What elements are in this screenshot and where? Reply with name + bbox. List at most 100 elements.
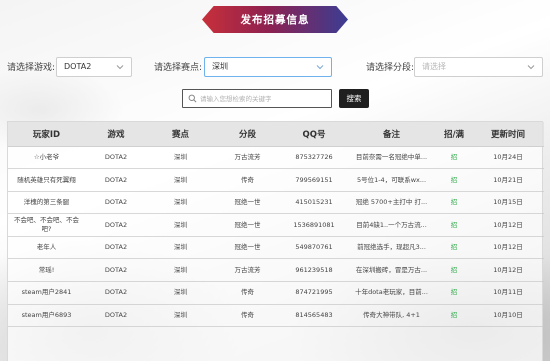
cell-tier: 传奇 (214, 281, 281, 305)
cell-status: 招 (436, 236, 472, 260)
cell-venue: 深圳 (147, 281, 214, 305)
cell-venue: 深圳 (147, 146, 214, 170)
cell-status: 招 (436, 213, 472, 237)
chevron-down-icon (526, 62, 536, 72)
game-select-value: DOTA2 (64, 62, 92, 71)
table-row[interactable]: 老年人 DOTA2 深圳 冠绝一世 549870761 前冠绝选手，现超凡3..… (8, 236, 544, 260)
cell-venue: 深圳 (147, 168, 214, 192)
cell-qq: 549870761 (281, 236, 347, 260)
cell-game: DOTA2 (85, 168, 147, 192)
cell-player-id: steam用户6893 (8, 304, 85, 328)
cell-status: 招 (436, 258, 472, 283)
recruitment-table: 玩家ID 游戏 赛点 分段 QQ号 备注 招/满 更新时间 ☆小老爷 DOTA2… (8, 122, 544, 328)
cell-status: 招 (436, 168, 472, 192)
header-qq: QQ号 (281, 122, 347, 147)
cell-status: 招 (436, 146, 472, 170)
cell-player-id: 常瑶! (8, 258, 85, 283)
cell-tier: 冠绝一世 (214, 213, 281, 237)
cell-qq: 799569151 (281, 168, 347, 192)
cell-venue: 深圳 (147, 213, 214, 237)
table-row[interactable]: 随机英雄只有死翼翔 DOTA2 深圳 传奇 799569151 5号位1-4，可… (8, 168, 544, 192)
table-row[interactable]: steam用户2841 DOTA2 深圳 传奇 874721995 十年dota… (8, 281, 544, 305)
cell-game: DOTA2 (85, 213, 147, 237)
venue-select[interactable]: 深圳 (204, 57, 332, 77)
cell-player-id: 不会吧、不会吧、不会吧? (8, 213, 85, 237)
cell-status: 招 (436, 304, 472, 328)
page-banner: 发布招募信息 (202, 6, 348, 33)
cell-player-id: 老年人 (8, 236, 85, 260)
cell-qq: 961239518 (281, 258, 347, 283)
cell-status: 招 (436, 281, 472, 305)
search-input[interactable] (200, 91, 328, 106)
cell-note: 5号位1-4，可联系wx... (347, 168, 436, 192)
header-venue: 赛点 (147, 122, 214, 147)
table-header-row: 玩家ID 游戏 赛点 分段 QQ号 备注 招/满 更新时间 (8, 122, 544, 147)
cell-game: DOTA2 (85, 146, 147, 170)
cell-updated: 10月10日 (472, 304, 544, 328)
header-updated: 更新时间 (472, 122, 544, 147)
cell-updated: 10月24日 (472, 146, 544, 170)
cell-updated: 10月21日 (472, 168, 544, 192)
chevron-down-icon (315, 62, 325, 72)
header-game: 游戏 (85, 122, 147, 147)
table-row[interactable]: 不会吧、不会吧、不会吧? DOTA2 深圳 冠绝一世 1536891081 目前… (8, 213, 544, 237)
table-row[interactable]: steam用户6893 DOTA2 深圳 传奇 814565483 传奇大神带队… (8, 304, 544, 328)
header-tier: 分段 (214, 122, 281, 147)
cell-status: 招 (436, 191, 472, 215)
cell-qq: 814565483 (281, 304, 347, 328)
chevron-down-icon (115, 62, 125, 72)
cell-game: DOTA2 (85, 236, 147, 260)
cell-qq: 1536891081 (281, 213, 347, 237)
table-row[interactable]: 洋槐的第三条腿 DOTA2 深圳 冠绝一世 415015231 冠绝 5700+… (8, 191, 544, 215)
recruitment-table-panel: 玩家ID 游戏 赛点 分段 QQ号 备注 招/满 更新时间 ☆小老爷 DOTA2… (7, 121, 544, 361)
tier-select-placeholder: 请选择 (422, 62, 446, 71)
cell-player-id: steam用户2841 (8, 281, 85, 305)
banner-title: 发布招募信息 (240, 14, 310, 26)
search-box (182, 89, 332, 108)
cell-qq: 874721995 (281, 281, 347, 305)
cell-updated: 10月12日 (472, 213, 544, 237)
cell-note: 目前奈需一名冠绝中单... (347, 146, 436, 170)
tier-select[interactable]: 请选择 (414, 57, 543, 77)
cell-note: 前冠绝选手，现超凡3... (347, 236, 436, 260)
cell-venue: 深圳 (147, 191, 214, 215)
search-button[interactable]: 搜索 (339, 89, 369, 108)
venue-filter-label: 请选择赛点: (154, 63, 203, 73)
cell-note: 冠绝 5700+主打中 打... (347, 191, 436, 215)
cell-venue: 深圳 (147, 258, 214, 283)
game-filter-label: 请选择游戏: (7, 63, 56, 73)
cell-note: 传奇大神带队, 4+1 (347, 304, 436, 328)
game-select[interactable]: DOTA2 (56, 57, 132, 77)
cell-tier: 万古流芳 (214, 258, 281, 283)
cell-player-id: 随机英雄只有死翼翔 (8, 168, 85, 192)
table-row[interactable]: 常瑶! DOTA2 深圳 万古流芳 961239518 在深圳搬砖，冒是万古..… (8, 258, 544, 283)
cell-tier: 传奇 (214, 168, 281, 192)
cell-game: DOTA2 (85, 281, 147, 305)
cell-qq: 875327726 (281, 146, 347, 170)
cell-game: DOTA2 (85, 304, 147, 328)
search-icon (188, 94, 197, 103)
cell-tier: 传奇 (214, 304, 281, 328)
cell-note: 十年dota老玩家，目前... (347, 281, 436, 305)
cell-note: 目前4缺1..一个万古流... (347, 213, 436, 237)
cell-updated: 10月11日 (472, 281, 544, 305)
header-player-id: 玩家ID (8, 122, 85, 147)
cell-venue: 深圳 (147, 304, 214, 328)
cell-game: DOTA2 (85, 258, 147, 283)
table-row[interactable]: ☆小老爷 DOTA2 深圳 万古流芳 875327726 目前奈需一名冠绝中单.… (8, 146, 544, 170)
cell-qq: 415015231 (281, 191, 347, 215)
cell-updated: 10月15日 (472, 191, 544, 215)
cell-tier: 冠绝一世 (214, 236, 281, 260)
venue-select-value: 深圳 (212, 62, 228, 71)
cell-player-id: 洋槐的第三条腿 (8, 191, 85, 215)
header-status: 招/满 (436, 122, 472, 147)
cell-updated: 10月12日 (472, 236, 544, 260)
tier-filter-label: 请选择分段: (366, 63, 415, 73)
filter-bar: 请选择游戏: DOTA2 请选择赛点: 深圳 请选择分段: 请选择 (0, 57, 550, 77)
cell-note: 在深圳搬砖，冒是万古... (347, 258, 436, 283)
cell-updated: 10月12日 (472, 258, 544, 283)
cell-tier: 万古流芳 (214, 146, 281, 170)
cell-game: DOTA2 (85, 191, 147, 215)
cell-player-id: ☆小老爷 (8, 146, 85, 170)
cell-tier: 冠绝一世 (214, 191, 281, 215)
